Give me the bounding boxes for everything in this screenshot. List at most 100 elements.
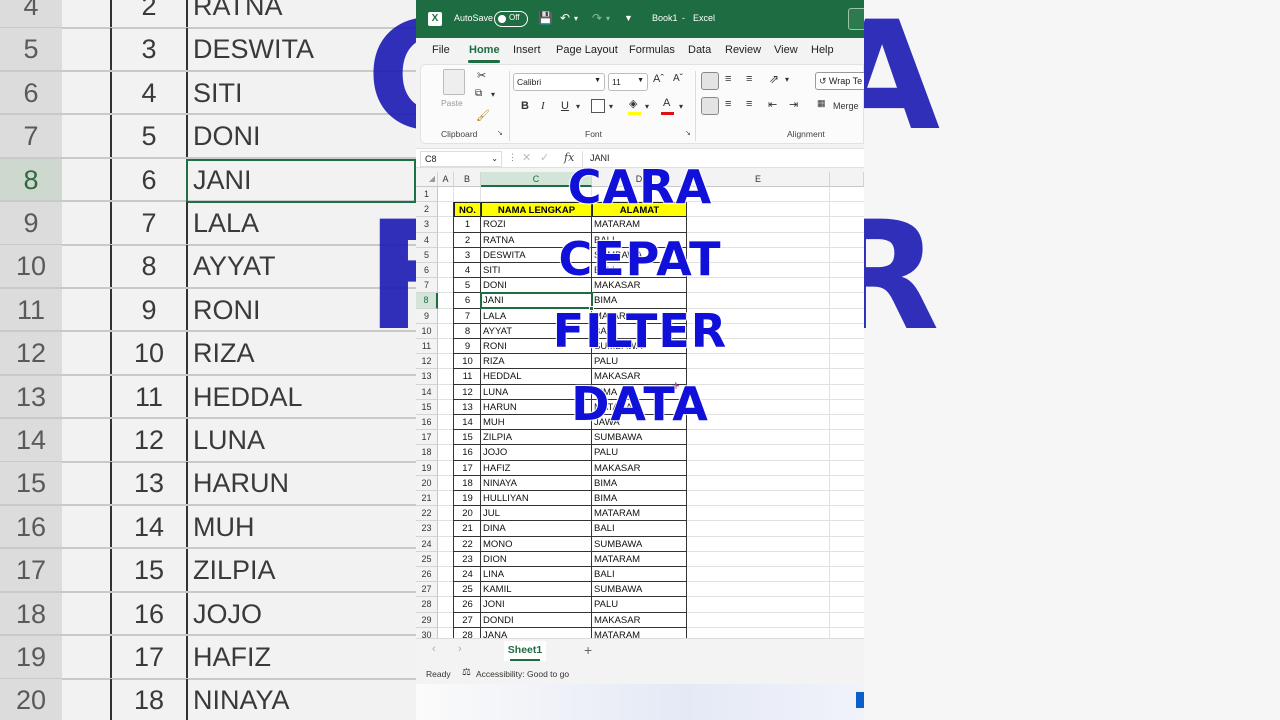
table-cell-address[interactable]: PALU xyxy=(594,445,686,460)
table-cell-no[interactable]: 16 xyxy=(454,445,481,460)
align-center-icon[interactable]: ≡ xyxy=(725,98,731,110)
table-cell-name[interactable]: ZILPIA xyxy=(483,430,591,445)
row-header-26[interactable]: 26 xyxy=(416,567,438,583)
clipboard-launcher-icon[interactable]: ↘ xyxy=(497,129,503,137)
save-icon[interactable]: 💾 xyxy=(538,11,553,25)
tab-formulas[interactable]: Formulas xyxy=(629,44,675,56)
increase-font-icon[interactable]: Aˆ xyxy=(653,73,664,85)
tab-data[interactable]: Data xyxy=(688,44,711,56)
tab-insert[interactable]: Insert xyxy=(513,44,541,56)
top-align-icon[interactable] xyxy=(701,72,719,90)
row-header-23[interactable]: 23 xyxy=(416,521,438,537)
table-cell-name[interactable]: JANA xyxy=(483,628,591,638)
table-cell-address[interactable]: MATARAM xyxy=(594,628,686,638)
add-sheet-icon[interactable]: + xyxy=(584,642,592,658)
row-header-20[interactable]: 20 xyxy=(416,475,438,491)
font-launcher-icon[interactable]: ↘ xyxy=(685,129,691,137)
copy-dropdown-icon[interactable]: ▾ xyxy=(491,90,495,99)
table-cell-address[interactable]: MATARAM xyxy=(594,506,686,521)
table-cell-no[interactable]: 27 xyxy=(454,613,481,628)
accessibility-icon[interactable]: ⚖ xyxy=(462,667,471,678)
row-header-24[interactable]: 24 xyxy=(416,536,438,552)
row-header-28[interactable]: 28 xyxy=(416,597,438,613)
table-cell-name[interactable]: NINAYA xyxy=(483,476,591,491)
table-cell-name[interactable]: DONDI xyxy=(483,613,591,628)
accessibility-status[interactable]: Accessibility: Good to go xyxy=(476,669,569,679)
merge-label[interactable]: Merge xyxy=(833,101,859,111)
decrease-indent-icon[interactable]: ⇤ xyxy=(768,98,777,111)
table-cell-no[interactable]: 26 xyxy=(454,597,481,612)
table-cell-name[interactable]: JONI xyxy=(483,597,591,612)
table-cell-no[interactable]: 22 xyxy=(454,537,481,552)
table-cell-address[interactable]: MATARAM xyxy=(594,217,686,232)
row-header-3[interactable]: 3 xyxy=(416,217,438,233)
copy-icon[interactable]: ⧉ xyxy=(475,88,482,99)
row-header-21[interactable]: 21 xyxy=(416,491,438,507)
autosave-toggle[interactable]: Off xyxy=(494,11,528,27)
tab-page-layout[interactable]: Page Layout xyxy=(556,44,618,56)
tab-review[interactable]: Review xyxy=(725,44,761,56)
row-header-29[interactable]: 29 xyxy=(416,612,438,628)
bold-button[interactable]: B xyxy=(521,100,529,112)
table-cell-address[interactable]: MATARAM xyxy=(594,552,686,567)
table-cell-address[interactable]: SUMBAWA xyxy=(594,537,686,552)
table-cell-name[interactable]: KAMIL xyxy=(483,582,591,597)
orientation-dropdown-icon[interactable]: ▾ xyxy=(785,75,789,84)
cut-icon[interactable]: ✂ xyxy=(477,69,486,82)
table-cell-no[interactable]: 15 xyxy=(454,430,481,445)
row-header-22[interactable]: 22 xyxy=(416,506,438,522)
table-cell-address[interactable]: BIMA xyxy=(594,476,686,491)
font-name-select[interactable]: Calibri ▼ xyxy=(513,73,605,91)
undo-dropdown-icon[interactable]: ▾ xyxy=(574,14,578,23)
table-cell-no[interactable]: 21 xyxy=(454,521,481,536)
font-color-dropdown-icon[interactable]: ▾ xyxy=(679,102,683,111)
borders-icon[interactable] xyxy=(591,99,605,113)
table-cell-name[interactable]: DINA xyxy=(483,521,591,536)
table-cell-no[interactable]: 1 xyxy=(454,217,481,232)
orientation-icon[interactable]: ⇗ xyxy=(769,72,779,86)
table-cell-name[interactable]: DION xyxy=(483,552,591,567)
row-header-19[interactable]: 19 xyxy=(416,460,438,476)
table-cell-no[interactable]: 17 xyxy=(454,461,481,476)
table-cell-no[interactable]: 23 xyxy=(454,552,481,567)
table-cell-address[interactable]: MAKASAR xyxy=(594,461,686,476)
table-cell-address[interactable]: BIMA xyxy=(594,491,686,506)
table-cell-address[interactable]: BALI xyxy=(594,567,686,582)
sheet-tab[interactable]: Sheet1 xyxy=(504,641,546,661)
redo-dropdown-icon[interactable]: ▾ xyxy=(606,14,610,23)
table-cell-address[interactable]: PALU xyxy=(594,597,686,612)
row-header-30[interactable]: 30 xyxy=(416,627,438,638)
table-cell-address[interactable]: BALI xyxy=(594,521,686,536)
table-cell-name[interactable]: JOJO xyxy=(483,445,591,460)
format-painter-icon[interactable]: 🖌 xyxy=(476,109,490,122)
table-cell-address[interactable]: SUMBAWA xyxy=(594,582,686,597)
table-cell-name[interactable]: MONO xyxy=(483,537,591,552)
table-cell-address[interactable]: SUMBAWA xyxy=(594,430,686,445)
row-header-27[interactable]: 27 xyxy=(416,582,438,598)
decrease-font-icon[interactable]: Aˇ xyxy=(673,73,683,84)
font-size-select[interactable]: 11 ▼ xyxy=(608,73,648,91)
fill-color-icon[interactable]: ◈ xyxy=(629,97,637,110)
table-cell-no[interactable]: 28 xyxy=(454,628,481,638)
table-cell-no[interactable]: 19 xyxy=(454,491,481,506)
row-header-17[interactable]: 17 xyxy=(416,430,438,446)
prev-sheet-icon[interactable]: ‹ xyxy=(432,643,436,655)
merge-icon[interactable]: ▦ xyxy=(817,98,826,109)
table-cell-name[interactable]: HULLIYAN xyxy=(483,491,591,506)
bottom-align-icon[interactable]: ≡ xyxy=(746,73,752,85)
underline-button[interactable]: U xyxy=(561,100,569,112)
table-cell-no[interactable]: 18 xyxy=(454,476,481,491)
table-cell-name[interactable]: ROZI xyxy=(483,217,591,232)
align-right-icon[interactable]: ≡ xyxy=(746,98,752,110)
table-cell-name[interactable]: JUL xyxy=(483,506,591,521)
tab-help[interactable]: Help xyxy=(811,44,834,56)
redo-icon[interactable]: ↷ xyxy=(592,11,602,25)
tab-home[interactable]: Home xyxy=(469,44,500,56)
italic-button[interactable]: I xyxy=(541,100,545,112)
paste-icon[interactable] xyxy=(443,69,465,95)
undo-icon[interactable]: ↶ xyxy=(560,11,570,25)
next-sheet-icon[interactable]: › xyxy=(458,643,462,655)
row-header-18[interactable]: 18 xyxy=(416,445,438,461)
row-header-25[interactable]: 25 xyxy=(416,551,438,567)
table-cell-name[interactable]: HAFIZ xyxy=(483,461,591,476)
